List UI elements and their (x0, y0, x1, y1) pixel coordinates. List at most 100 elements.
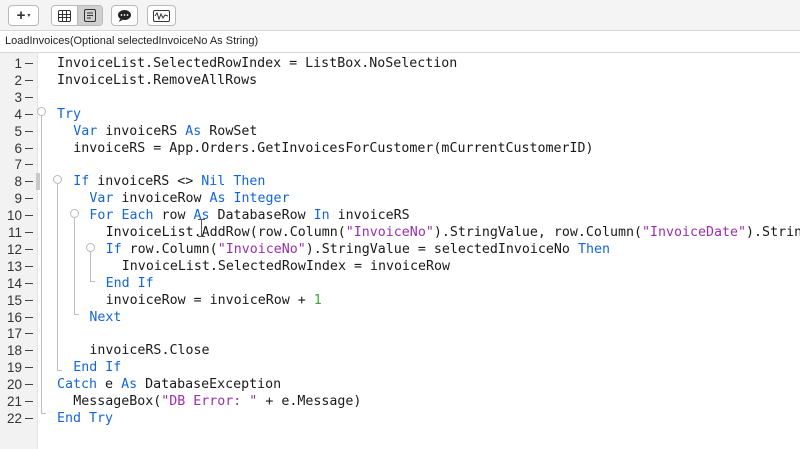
breakpoint-marker[interactable] (25, 384, 33, 386)
breakpoint-marker[interactable] (25, 316, 33, 318)
line-number: 17 (6, 326, 22, 342)
string-literal: "DB Error: " (161, 394, 258, 409)
code-line[interactable]: 10 For Each row As DatabaseRow In invoice… (0, 207, 800, 224)
code-line[interactable]: 11 InvoiceList.AddRow(row.Column("Invoice… (0, 224, 800, 241)
line-number: 4 (14, 106, 22, 122)
line-number: 22 (6, 410, 22, 426)
code-line[interactable]: 18 invoiceRS.Close (0, 342, 800, 359)
code-line[interactable]: 15 invoiceRow = invoiceRow + 1 (0, 292, 800, 309)
waveform-button[interactable] (147, 5, 176, 26)
breakpoint-marker[interactable] (25, 265, 33, 267)
breakpoint-marker[interactable] (25, 147, 33, 149)
code-text: InvoiceList.AddRow(row.Column("InvoiceNo… (106, 224, 800, 241)
code-line[interactable]: 22 End Try (0, 410, 800, 427)
keyword: Then (577, 241, 610, 257)
code-line[interactable]: 12 If row.Column("InvoiceNo").StringValue… (0, 241, 800, 258)
breakpoint-marker[interactable] (25, 130, 33, 132)
code-view-icon (83, 9, 96, 22)
keyword: End Try (57, 410, 114, 426)
line-number: 2 (14, 72, 22, 88)
code-line[interactable]: 1 InvoiceList.SelectedRowIndex = ListBox.… (0, 55, 800, 72)
breakpoint-marker[interactable] (25, 96, 33, 98)
code-line[interactable]: 8 If invoiceRS <> Nil Then (0, 173, 800, 191)
keyword: As (121, 377, 138, 393)
code-token: + e.Message) (257, 394, 362, 409)
line-number: 5 (14, 123, 22, 139)
plus-icon: + (16, 7, 26, 24)
breakpoint-marker[interactable] (25, 113, 33, 115)
code-token: InvoiceList.AddRow(row.Column( (105, 225, 346, 240)
breakpoint-marker[interactable] (25, 63, 33, 64)
code-line[interactable]: 16 Next (0, 309, 800, 326)
code-text: Next (89, 309, 121, 326)
keyword: Catch (57, 377, 98, 393)
breakpoint-marker[interactable] (25, 401, 33, 402)
keyword: Var (89, 191, 114, 207)
line-number: 7 (14, 157, 22, 173)
code-text: If invoiceRS <> Nil Then (73, 173, 265, 190)
breakpoint-marker[interactable] (25, 181, 33, 183)
breakpoint-marker[interactable] (25, 350, 33, 352)
add-menu-button[interactable]: + ▾ (8, 5, 39, 26)
code-view-button[interactable] (76, 6, 102, 25)
code-text: Var invoiceRow As Integer (89, 190, 289, 207)
code-token: invoiceRS (329, 208, 410, 224)
code-editor[interactable]: 1 InvoiceList.SelectedRowIndex = ListBox.… (0, 53, 800, 449)
code-token: InvoiceList.SelectedRowIndex = ListBox.N… (57, 56, 458, 71)
code-line[interactable]: 14 End If (0, 275, 800, 292)
breakpoint-marker[interactable] (25, 215, 33, 217)
code-line[interactable]: 6 invoiceRS = App.Orders.GetInvoicesForCu… (0, 140, 800, 157)
code-line[interactable]: 4 Try (0, 106, 800, 123)
line-number: 6 (14, 140, 22, 156)
breakpoint-marker[interactable] (25, 333, 33, 335)
code-token: invoiceRS (97, 123, 186, 139)
code-line[interactable]: 17 (0, 325, 800, 342)
breakpoint-marker[interactable] (25, 248, 33, 250)
code-line[interactable]: 20 Catch e As DatabaseException (0, 376, 800, 393)
code-token: ).StringValue = selectedInvoiceNo (305, 241, 578, 257)
code-token: RowSet (201, 123, 258, 139)
code-line[interactable]: 7 (0, 156, 800, 173)
breakpoint-marker[interactable] (25, 282, 33, 284)
keyword: As (185, 123, 202, 139)
line-number: 21 (6, 394, 22, 409)
code-token: invoiceRS = App.Orders.GetInvoicesForCus… (73, 140, 594, 156)
code-token: ).StringValue, row.Column( (433, 225, 642, 240)
code-token: invoiceRS.Close (89, 343, 210, 359)
current-line-indicator (36, 173, 40, 191)
code-token: DatabaseRow (209, 208, 314, 224)
breakpoint-marker[interactable] (25, 417, 33, 419)
breakpoint-marker[interactable] (25, 79, 33, 81)
line-number: 8 (14, 174, 22, 190)
code-line[interactable]: 21 MessageBox("DB Error: " + e.Message) (0, 393, 800, 410)
code-text: Catch e As DatabaseException (57, 376, 281, 393)
grid-view-icon (57, 9, 71, 22)
code-text: If row.Column("InvoiceNo").StringValue =… (106, 241, 610, 258)
keyword: If (73, 174, 90, 190)
code-text: InvoiceList.SelectedRowIndex = ListBox.N… (57, 55, 457, 72)
code-text: MessageBox("DB Error: " + e.Message) (73, 393, 361, 410)
code-line[interactable]: 2 InvoiceList.RemoveAllRows (0, 72, 800, 89)
code-line[interactable]: 9 Var invoiceRow As Integer (0, 190, 800, 207)
keyword: If (105, 241, 122, 257)
code-text: invoiceRS.Close (89, 342, 209, 359)
code-text: Var invoiceRS As RowSet (73, 123, 257, 140)
code-line[interactable]: 13 InvoiceList.SelectedRowIndex = invoice… (0, 258, 800, 275)
breakpoint-marker[interactable] (25, 198, 33, 200)
code-text: Try (57, 106, 81, 123)
code-token: invoiceRS <> (89, 174, 202, 190)
code-line[interactable]: 5 Var invoiceRS As RowSet (0, 123, 800, 140)
chevron-down-icon: ▾ (27, 13, 31, 19)
code-line[interactable]: 3 (0, 89, 800, 106)
breakpoint-marker[interactable] (25, 164, 33, 166)
breakpoint-marker[interactable] (25, 367, 33, 369)
grid-view-button[interactable] (52, 6, 77, 25)
code-line[interactable]: 19 End If (0, 359, 800, 376)
breakpoint-marker[interactable] (25, 299, 33, 301)
comment-button[interactable] (111, 5, 138, 26)
breakpoint-marker[interactable] (25, 232, 33, 233)
code-token: invoiceRow (113, 191, 210, 207)
code-token: InvoiceList.RemoveAllRows (57, 72, 258, 88)
keyword: Each (121, 208, 154, 224)
code-token: MessageBox( (73, 394, 162, 409)
